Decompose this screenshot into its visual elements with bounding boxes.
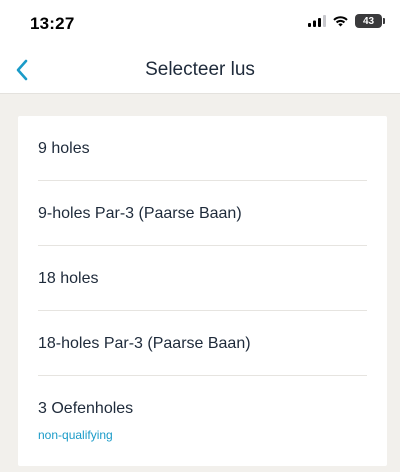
loop-item-3-oefenholes[interactable]: 3 Oefenholes non-qualifying	[18, 382, 387, 447]
loop-item-sublabel: non-qualifying	[38, 428, 113, 442]
loop-item-9-holes[interactable]: 9 holes	[18, 116, 387, 181]
loop-item-18-holes-par-3[interactable]: 18-holes Par-3 (Paarse Baan)	[18, 311, 387, 376]
loop-item-label: 9 holes	[38, 140, 90, 157]
loop-item-label: 3 Oefenholes	[38, 400, 134, 417]
loop-item-label: 18-holes Par-3 (Paarse Baan)	[38, 335, 251, 352]
status-bar: 13:27 43	[0, 0, 400, 48]
battery-icon: 43	[355, 14, 385, 28]
status-time: 13:27	[30, 14, 75, 33]
divider	[38, 375, 367, 376]
status-icons: 43	[308, 14, 385, 28]
loop-item-label: 18 holes	[38, 270, 99, 287]
loop-item-label: 9-holes Par-3 (Paarse Baan)	[38, 205, 242, 222]
loop-list: 9 holes 9-holes Par-3 (Paarse Baan) 18 h…	[18, 116, 387, 466]
loop-item-9-holes-par-3[interactable]: 9-holes Par-3 (Paarse Baan)	[18, 181, 387, 246]
navigation-bar: Selecteer lus	[0, 48, 400, 94]
wifi-icon	[333, 16, 348, 27]
loop-item-18-holes[interactable]: 18 holes	[18, 246, 387, 311]
page-title: Selecteer lus	[145, 59, 255, 80]
signal-icon	[308, 15, 326, 27]
